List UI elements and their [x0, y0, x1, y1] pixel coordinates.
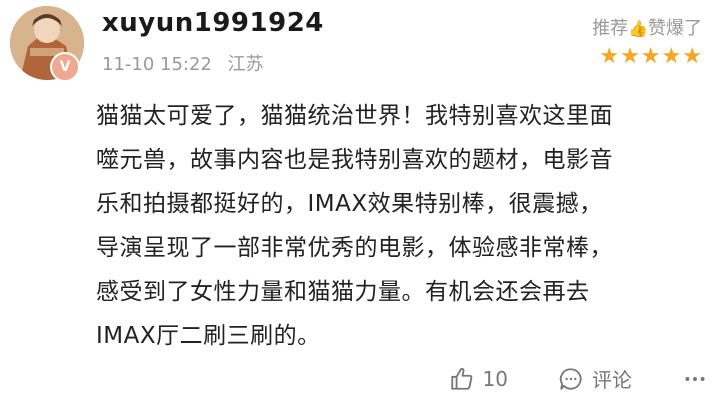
star-rating: ★ ★ ★ ★ ★: [599, 46, 702, 68]
comment-actions: 10 评论: [449, 364, 708, 393]
rating-tag-label: 赞爆了: [648, 18, 702, 39]
star-icon: ★: [599, 44, 620, 69]
like-button[interactable]: 10: [449, 366, 508, 392]
comment-label: 评论: [592, 368, 632, 392]
comment-line: 导演呈现了一部非常优秀的电影，体验感非常棒，: [96, 235, 613, 261]
comment-line: 猫猫太可爱了，猫猫统治世界！我特别喜欢这里面: [96, 103, 613, 129]
comment-timestamp: 11-10 15:22: [102, 54, 212, 75]
comment-meta: 11-10 15:22 江苏: [102, 50, 264, 76]
comment-line: 感受到了女性力量和猫猫力量。有机会还会再去: [96, 279, 590, 305]
thumbs-up-outline-icon: [450, 367, 472, 390]
comment-line: 噬元兽，故事内容也是我特别喜欢的题材，电影音: [96, 147, 613, 173]
thumbs-up-icon: 👍: [628, 19, 648, 38]
star-icon: ★: [640, 44, 661, 69]
comment-location: 江苏: [227, 54, 264, 75]
star-icon: ★: [682, 44, 702, 69]
username[interactable]: xuyun1991924: [102, 8, 324, 38]
comment-body: 猫猫太可爱了，猫猫统治世界！我特别喜欢这里面 噬元兽，故事内容也是我特别喜欢的题…: [96, 94, 706, 358]
comment-line: IMAX厅二刷三刷的。: [96, 323, 321, 349]
rating-tag: 推荐👍赞爆了: [592, 14, 702, 40]
star-icon: ★: [620, 44, 640, 69]
verified-badge-icon: V: [50, 52, 80, 82]
more-button[interactable]: [682, 366, 708, 392]
comment-line: 乐和拍摄都挺好的，IMAX效果特别棒，很震撼，: [96, 191, 603, 217]
rating-tag-prefix: 推荐: [592, 18, 629, 39]
star-icon: ★: [661, 44, 682, 69]
comment-bubble-icon: [559, 367, 582, 390]
comment-button[interactable]: 评论: [558, 364, 632, 393]
like-count: 10: [482, 366, 508, 391]
more-icon: [685, 376, 705, 381]
